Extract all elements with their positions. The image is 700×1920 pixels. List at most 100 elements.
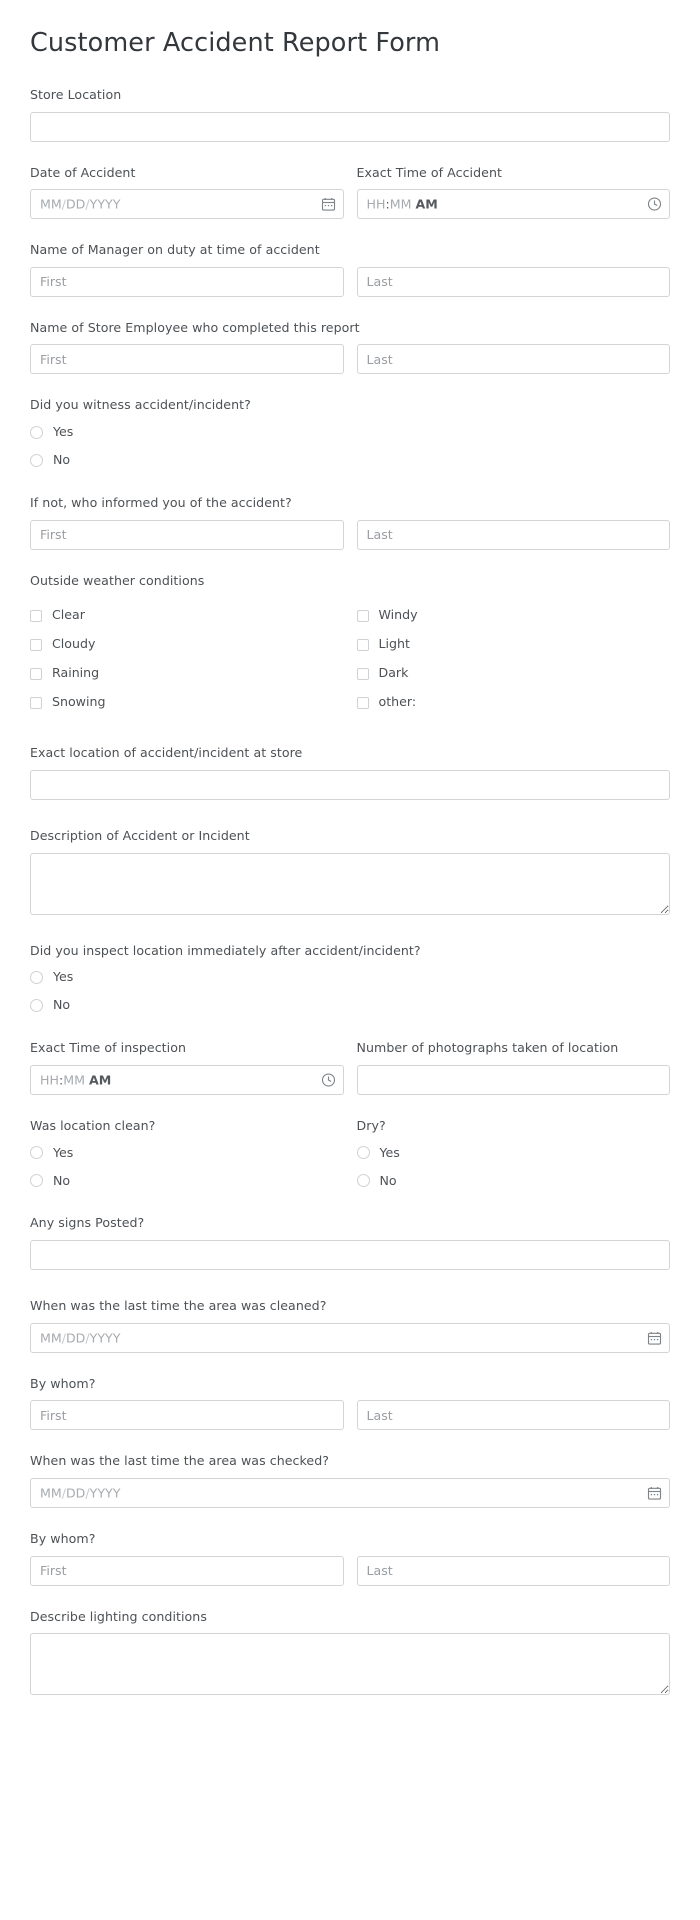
informed-by-first-name-input[interactable] [30, 519, 344, 550]
field-weather-conditions: Outside weather conditions Clear Windy C… [30, 572, 670, 718]
last-checked-date-input[interactable] [30, 1477, 670, 1508]
exact-time-accident-wrap: HH:MM AM [356, 189, 670, 220]
field-last-checked: When was the last time the area was chec… [30, 1452, 670, 1508]
last-cleaned-label: When was the last time the area was clea… [30, 1298, 327, 1313]
informed-by-inputs [30, 519, 670, 550]
checkbox-icon[interactable] [356, 696, 369, 709]
was-dry-option-no-label: No [379, 1172, 397, 1188]
cleaned-by-first-name-input[interactable] [30, 1400, 344, 1431]
weather-option-cloudy[interactable]: Cloudy [30, 630, 344, 659]
radio-icon[interactable] [30, 426, 43, 439]
employee-last-name-input[interactable] [356, 344, 670, 375]
was-clean-option-yes[interactable]: Yes [30, 1144, 344, 1160]
exact-time-accident-label: Exact Time of Accident [356, 164, 502, 180]
did-witness-option-no[interactable]: No [30, 454, 670, 467]
weather-option-snowing-label: Snowing [52, 694, 106, 710]
weather-option-light-label: Light [378, 636, 410, 652]
checked-by-whom-label: By whom? [30, 1530, 96, 1546]
field-lighting-conditions: Describe lighting conditions [30, 1608, 670, 1696]
cleaned-by-last-col [356, 1400, 670, 1431]
did-witness-option-no-label: No [53, 452, 71, 468]
radio-icon[interactable] [356, 1146, 370, 1160]
did-inspect-label: Did you inspect location immediately aft… [30, 942, 421, 958]
was-clean-option-no[interactable]: No [30, 1172, 344, 1188]
weather-option-dark-label: Dark [378, 665, 409, 681]
checkbox-icon[interactable] [30, 696, 42, 709]
checkbox-icon[interactable] [30, 609, 42, 622]
signs-posted-input[interactable] [30, 1240, 670, 1270]
radio-icon[interactable] [30, 971, 43, 985]
field-exact-location: Exact location of accident/incident at s… [30, 744, 670, 800]
exact-location-input[interactable] [30, 769, 670, 800]
did-inspect-option-yes[interactable]: Yes [30, 971, 670, 985]
checkbox-icon[interactable] [356, 667, 369, 680]
was-clean-option-no-label: No [53, 1172, 71, 1188]
weather-option-clear[interactable]: Clear [30, 601, 344, 630]
employee-first-name-input[interactable] [30, 344, 344, 375]
did-inspect-radio-group: Yes No [30, 971, 670, 1013]
last-cleaned-wrap: MM/DD/YYYY [30, 1322, 670, 1353]
checked-by-whom-inputs [30, 1555, 670, 1586]
cleaned-by-last-name-input[interactable] [356, 1400, 670, 1431]
num-photographs-group: Number of photographs taken of location [356, 1039, 670, 1095]
description-label: Description of Accident or Incident [30, 827, 250, 843]
date-of-accident-group: Date of Accident MM/DD/YYYY [30, 164, 344, 220]
checkbox-icon[interactable] [30, 667, 42, 680]
date-of-accident-wrap: MM/DD/YYYY [30, 189, 344, 220]
did-witness-radio-group: Yes No [30, 426, 670, 467]
last-cleaned-date-input[interactable] [30, 1322, 670, 1353]
radio-icon[interactable] [30, 1174, 43, 1188]
store-location-input[interactable] [30, 111, 670, 142]
was-dry-option-no[interactable]: No [356, 1172, 671, 1188]
manager-first-name-input[interactable] [30, 266, 344, 297]
date-of-accident-input[interactable] [30, 189, 344, 220]
informed-first-col [30, 519, 344, 550]
weather-option-dark[interactable]: Dark [356, 659, 671, 688]
weather-option-light[interactable]: Light [356, 630, 671, 659]
weather-option-other[interactable]: other: [356, 688, 671, 717]
time-of-inspection-input[interactable] [30, 1064, 344, 1095]
checkbox-icon[interactable] [356, 609, 369, 622]
num-photographs-label: Number of photographs taken of location [356, 1040, 619, 1056]
employee-last-col [356, 344, 670, 375]
checked-by-first-name-input[interactable] [30, 1555, 344, 1586]
did-inspect-option-no[interactable]: No [30, 997, 670, 1013]
weather-option-snowing[interactable]: Snowing [30, 688, 344, 717]
employee-first-col [30, 344, 344, 375]
weather-option-windy[interactable]: Windy [356, 601, 671, 630]
radio-icon[interactable] [30, 999, 43, 1013]
field-checked-by-whom: By whom? [30, 1530, 670, 1586]
was-dry-option-yes[interactable]: Yes [356, 1144, 671, 1160]
informed-by-last-name-input[interactable] [356, 519, 670, 550]
weather-option-cloudy-label: Cloudy [52, 636, 96, 652]
checkbox-icon[interactable] [30, 638, 42, 651]
radio-icon[interactable] [356, 1174, 370, 1188]
description-textarea[interactable] [30, 852, 670, 915]
exact-time-accident-input[interactable] [356, 189, 670, 220]
checked-by-first-col [30, 1555, 344, 1586]
lighting-conditions-textarea[interactable] [30, 1633, 670, 1696]
checkbox-icon[interactable] [356, 638, 369, 651]
radio-icon[interactable] [30, 1146, 43, 1160]
field-cleaned-by-whom: By whom? [30, 1375, 670, 1431]
did-witness-label: Did you witness accident/incident? [30, 397, 251, 413]
manager-last-name-input[interactable] [356, 266, 670, 297]
was-clean-radio-group: Yes No [30, 1144, 344, 1188]
weather-checkbox-grid: Clear Windy Cloudy Light Raining Dark Sn… [30, 601, 670, 717]
was-clean-option-yes-label: Yes [53, 1144, 74, 1160]
weather-option-other-label: other: [378, 694, 417, 710]
field-description: Description of Accident or Incident [30, 827, 670, 915]
num-photographs-input[interactable] [356, 1064, 670, 1095]
last-checked-wrap: MM/DD/YYYY [30, 1477, 670, 1508]
did-inspect-option-no-label: No [53, 997, 71, 1013]
weather-option-raining-label: Raining [52, 665, 100, 681]
weather-option-raining[interactable]: Raining [30, 659, 344, 688]
store-location-label: Store Location [30, 86, 122, 102]
was-dry-option-yes-label: Yes [379, 1144, 400, 1160]
field-employee-name: Name of Store Employee who completed thi… [30, 319, 670, 375]
last-checked-label: When was the last time the area was chec… [30, 1453, 329, 1469]
did-witness-option-yes[interactable]: Yes [30, 426, 670, 439]
checked-by-last-name-input[interactable] [356, 1555, 670, 1586]
page-title: Customer Accident Report Form [30, 28, 441, 58]
radio-icon[interactable] [30, 454, 43, 467]
